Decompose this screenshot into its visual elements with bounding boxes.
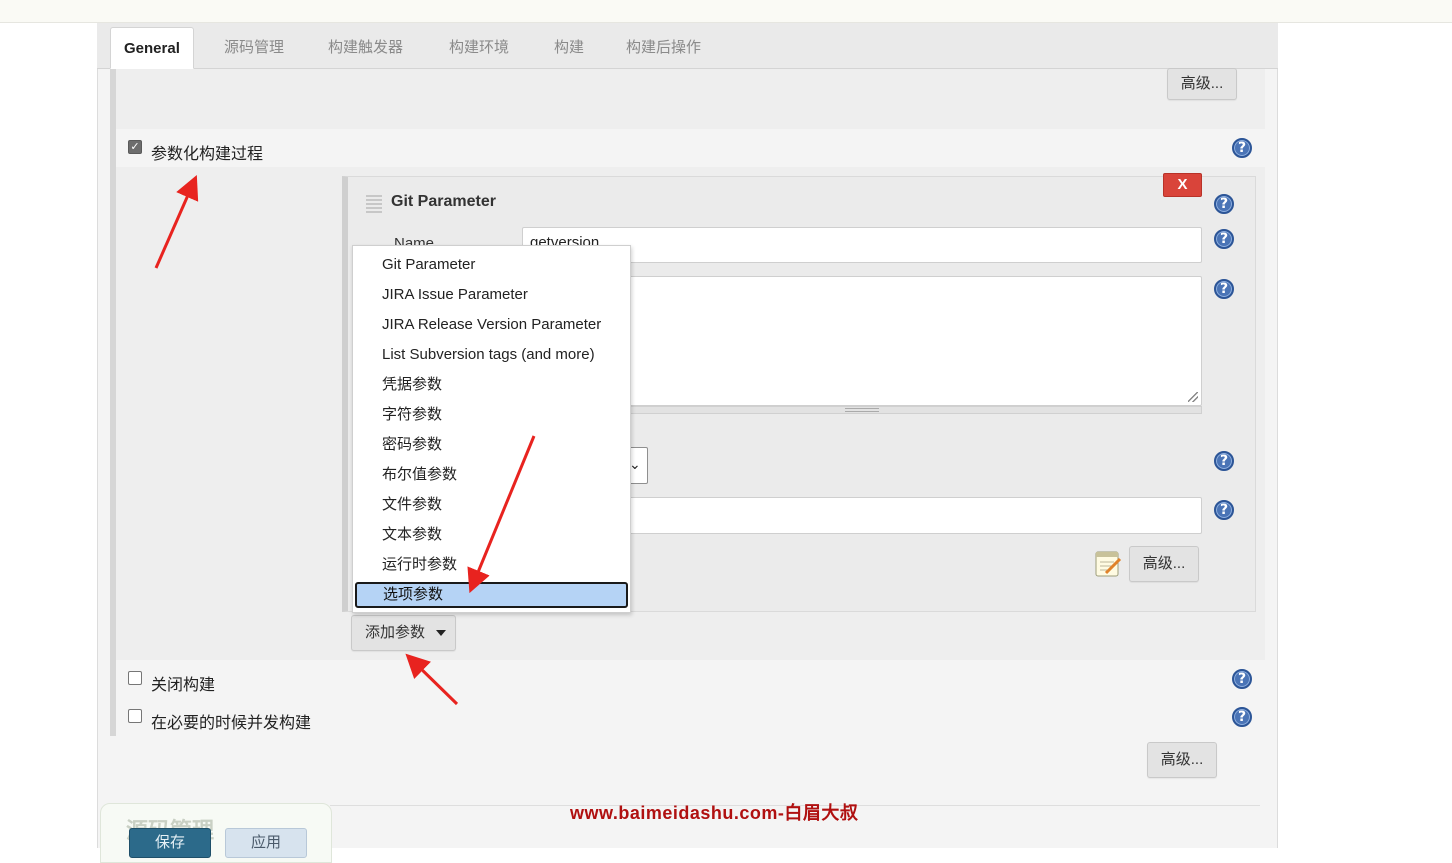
annotation-arrow <box>154 175 199 269</box>
annotation-arrow <box>405 653 459 706</box>
annotation-arrow <box>467 435 536 594</box>
annotation-arrows <box>154 175 536 706</box>
